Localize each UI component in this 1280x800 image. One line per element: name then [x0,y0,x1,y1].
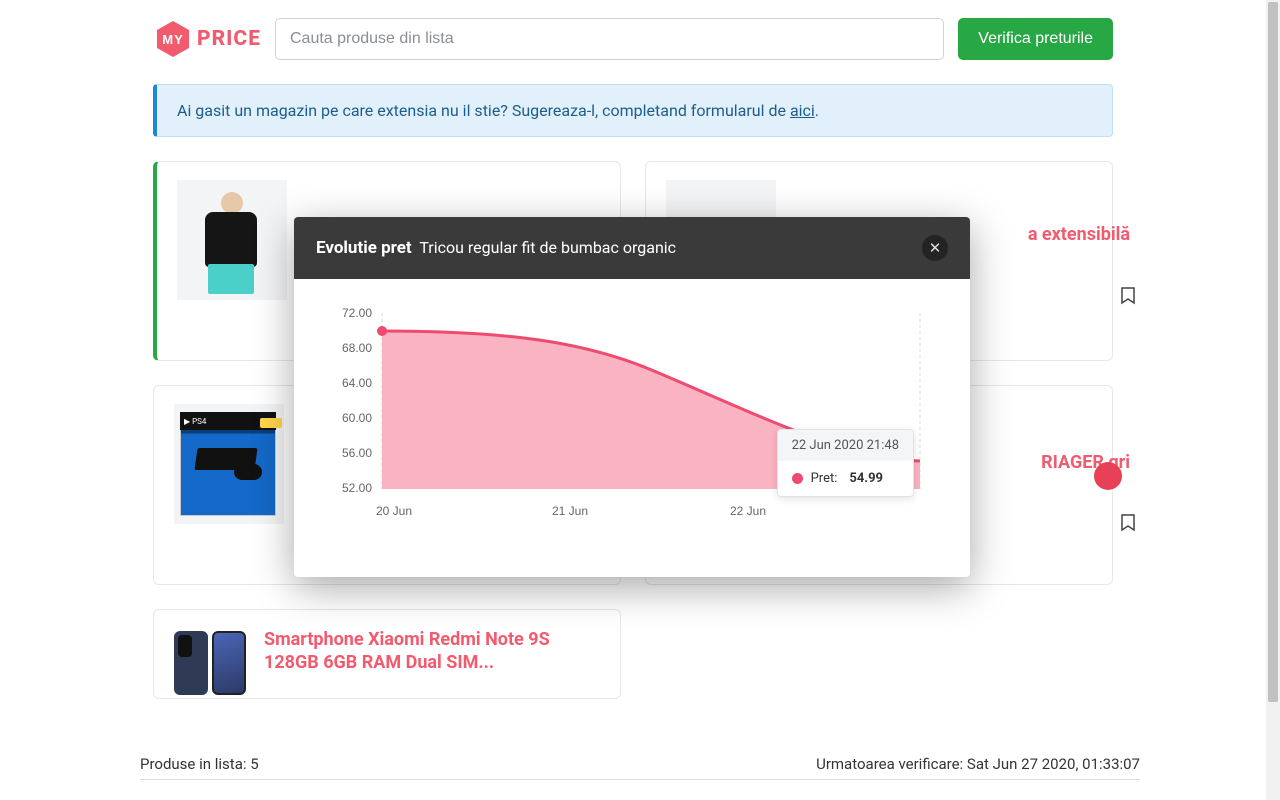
banner-text: Ai gasit un magazin pe care extensia nu … [177,101,790,120]
product-thumb: ▶ PS4 [174,404,284,524]
svg-text:22 Jun: 22 Jun [730,504,766,518]
tooltip-date: 22 Jun 2020 21:48 [778,430,913,461]
product-title[interactable]: Smartphone Xiaomi Redmi Note 9S 128GB 6G… [264,628,600,675]
svg-text:21 Jun: 21 Jun [552,504,588,518]
verify-prices-button[interactable]: Verifica preturile [958,18,1113,60]
product-thumb [174,628,246,698]
search-input[interactable] [275,18,944,60]
logo[interactable]: MY PRICE [153,19,261,59]
svg-text:64.00: 64.00 [342,376,372,390]
svg-text:MY: MY [162,32,184,47]
bookmark-icon [1121,514,1135,532]
price-chart: 72.00 68.00 64.00 60.00 56.00 52.00 20 J… [294,279,970,577]
logo-text: PRICE [197,27,261,51]
svg-text:72.00: 72.00 [342,306,372,320]
svg-text:60.00: 60.00 [342,411,372,425]
svg-text:52.00: 52.00 [342,481,372,495]
modal-title: Evolutie pret Tricou regular fit de bumb… [316,238,676,258]
svg-text:68.00: 68.00 [342,341,372,355]
info-banner: Ai gasit un magazin pe care extensia nu … [153,84,1113,137]
price-history-modal: Evolutie pret Tricou regular fit de bumb… [294,217,970,577]
series-dot-icon [792,473,803,484]
tooltip-label: Pret: [811,471,838,486]
scrollbar[interactable] [1266,0,1280,800]
chart-tooltip: 22 Jun 2020 21:48 Pret: 54.99 [777,429,914,497]
product-title-partial[interactable]: a extensibilă [1028,224,1130,245]
modal-header: Evolutie pret Tricou regular fit de bumb… [294,217,970,279]
close-icon[interactable]: ✕ [922,235,948,261]
header: MY PRICE Verifica preturile [153,18,1113,60]
svg-text:56.00: 56.00 [342,446,372,460]
svg-text:20 Jun: 20 Jun [376,504,412,518]
banner-link[interactable]: aici [790,101,815,120]
product-count: Produse in lista: 5 [140,755,259,773]
price-badge [1094,462,1122,490]
bookmark-icon [1121,287,1135,305]
tooltip-value: 54.99 [849,471,883,486]
status-bar: Produse in lista: 5 Urmatoarea verificar… [140,755,1140,780]
next-check: Urmatoarea verificare: Sat Jun 27 2020, … [816,755,1140,773]
product-thumb [177,180,287,300]
logo-badge-icon: MY [153,19,193,59]
scrollbar-thumb[interactable] [1268,2,1278,702]
product-card[interactable]: Smartphone Xiaomi Redmi Note 9S 128GB 6G… [153,609,621,699]
